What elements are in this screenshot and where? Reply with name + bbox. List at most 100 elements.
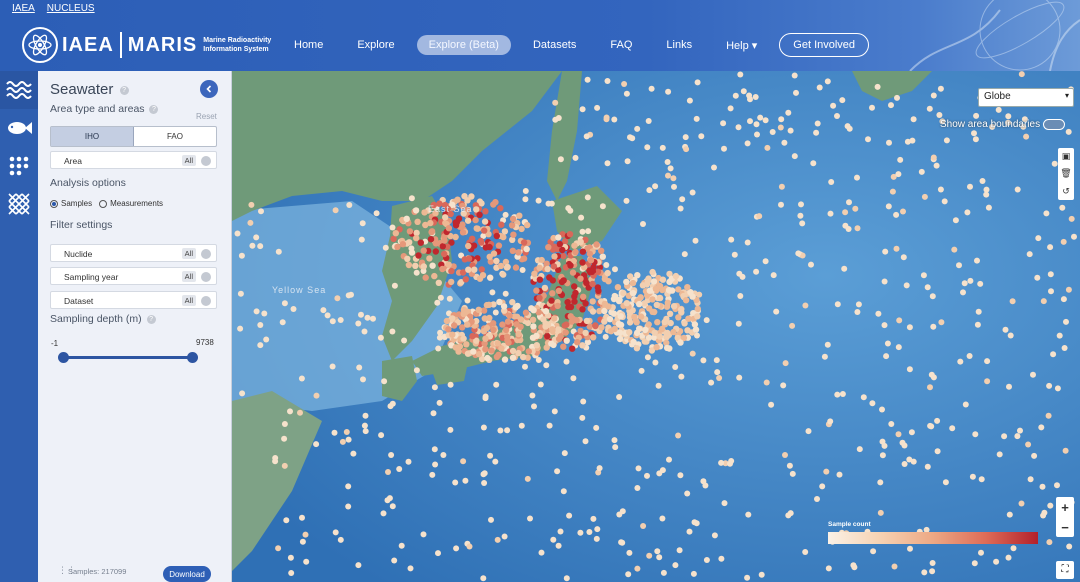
sample-dot[interactable] [432,248,439,255]
sample-dot[interactable] [889,188,896,195]
sample-dot[interactable] [504,318,512,325]
sample-dot[interactable] [728,236,735,243]
sample-dot[interactable] [414,218,421,225]
sample-dot[interactable] [382,244,389,251]
sample-dot[interactable] [601,318,608,325]
sample-dot[interactable] [737,71,744,78]
sample-dot[interactable] [549,290,556,297]
sample-dot[interactable] [793,89,799,96]
sample-dot[interactable] [962,401,969,408]
sample-dot[interactable] [778,183,785,190]
depth-slider-track[interactable] [63,356,192,359]
sample-dot[interactable] [515,249,522,256]
sample-dot[interactable] [1035,235,1042,242]
sample-dot[interactable] [504,263,511,271]
sample-dot[interactable] [621,81,628,87]
sample-dot[interactable] [406,239,413,246]
sample-dot[interactable] [974,321,981,328]
sample-dot[interactable] [1065,128,1072,135]
sample-dot[interactable] [427,219,434,227]
sample-dot[interactable] [927,422,934,429]
sample-dot[interactable] [238,252,245,259]
sample-dot[interactable] [420,247,427,254]
sample-dot[interactable] [603,114,610,121]
sample-dot[interactable] [659,144,666,151]
help-icon[interactable] [201,249,211,259]
sample-dot[interactable] [501,228,509,235]
sample-dot[interactable] [633,329,641,337]
sample-dot[interactable] [854,225,861,232]
sample-dot[interactable] [634,125,641,132]
sample-dot[interactable] [426,255,433,262]
sample-dot[interactable] [1002,326,1009,333]
sample-dot[interactable] [584,194,591,201]
sample-dot[interactable] [655,382,662,389]
sample-dot[interactable] [261,310,268,317]
sample-dot[interactable] [492,309,499,316]
sample-dot[interactable] [570,375,577,382]
sample-dot[interactable] [389,400,396,407]
sample-dot[interactable] [590,334,597,341]
draw-square-icon[interactable]: ▣ [1062,151,1071,162]
sample-dot[interactable] [499,321,506,328]
sample-dot[interactable] [1046,539,1053,546]
trash-icon[interactable]: 🗑 [1060,168,1071,179]
sample-dot[interactable] [531,403,537,410]
sample-dot[interactable] [496,298,503,306]
sample-dot[interactable] [956,262,962,269]
sample-dot[interactable] [735,320,742,327]
sample-dot[interactable] [971,560,978,567]
sample-dot[interactable] [572,289,579,297]
sample-dot[interactable] [451,322,458,329]
sample-dot[interactable] [802,302,809,309]
sample-dot[interactable] [577,529,584,536]
sample-dot[interactable] [694,79,701,86]
sample-dot[interactable] [541,284,549,292]
sample-dot[interactable] [877,509,884,516]
sample-dot[interactable] [967,277,974,284]
sample-dot[interactable] [302,531,309,538]
sample-dot[interactable] [711,532,718,539]
sample-dot[interactable] [437,329,444,336]
sample-dot[interactable] [718,555,725,562]
sample-dot[interactable] [407,565,414,572]
sample-dot[interactable] [237,325,244,332]
sample-dot[interactable] [720,120,727,127]
sample-dot[interactable] [802,549,809,555]
sample-dot[interactable] [487,274,494,281]
sample-dot[interactable] [519,267,526,273]
sample-dot[interactable] [1045,412,1052,419]
sample-dot[interactable] [672,272,680,280]
projection-select[interactable]: Globe ▾ [978,88,1074,107]
sample-dot[interactable] [583,133,590,140]
sample-dot[interactable] [432,240,440,247]
sample-dot[interactable] [571,283,578,290]
sample-dot[interactable] [855,301,862,308]
sample-dot[interactable] [501,356,509,363]
dataset-select[interactable]: Dataset All [50,291,217,309]
sample-dot[interactable] [431,446,438,453]
sample-dot[interactable] [525,348,532,355]
sample-dot[interactable] [445,261,452,268]
sample-dot[interactable] [380,510,387,517]
sample-dot[interactable] [684,284,691,291]
sample-dot[interactable] [936,112,943,118]
sample-dot[interactable] [1063,318,1069,325]
sample-dot[interactable] [1056,332,1063,339]
sample-dot[interactable] [626,319,634,326]
sample-dot[interactable] [551,315,558,322]
sample-dot[interactable] [502,290,509,297]
sample-dot[interactable] [686,97,693,104]
sample-dot[interactable] [417,239,424,246]
sample-dot[interactable] [563,337,570,344]
sample-dot[interactable] [447,381,454,388]
sample-dot[interactable] [684,327,691,334]
sample-dot[interactable] [1018,71,1025,78]
sample-dot[interactable] [536,276,544,283]
sample-dot[interactable] [572,248,579,256]
sample-dot[interactable] [836,471,843,478]
sample-dot[interactable] [463,341,470,348]
sample-dot[interactable] [1051,160,1058,167]
sample-dot[interactable] [464,297,471,304]
sample-dot[interactable] [942,479,949,486]
